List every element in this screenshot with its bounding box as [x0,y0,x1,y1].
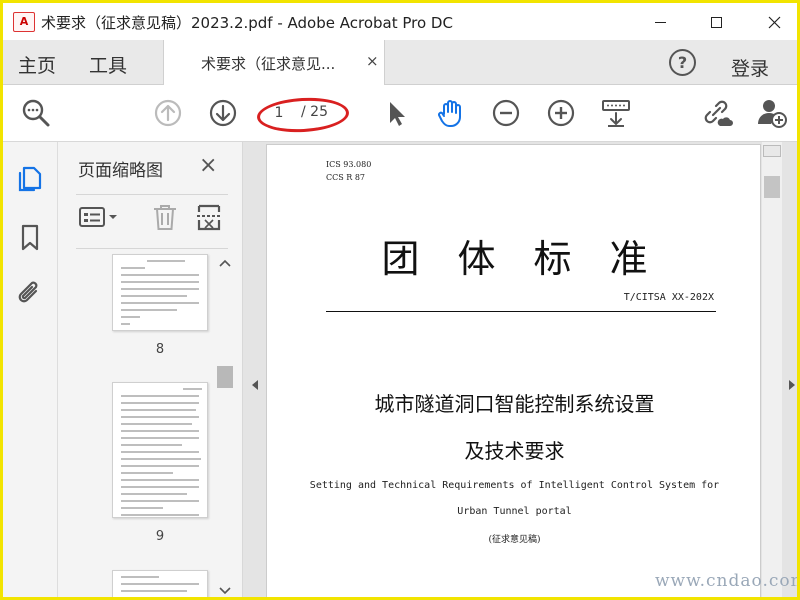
thumbnail-options-button[interactable] [78,202,122,232]
main-toolbar: / 25 [3,85,797,142]
scrollbar-thumb[interactable] [764,176,780,198]
tab-document[interactable]: 术要求（征求意见... × [163,40,385,85]
bookmarks-button[interactable] [15,222,45,252]
panel-close-button[interactable]: × [199,153,217,178]
collapse-left-icon[interactable] [251,379,259,391]
tab-bar: 主页 工具 术要求（征求意见... × ? 登录 [3,40,797,85]
ics-line: ICS 93.080 [326,160,372,169]
plus-circle-icon [547,99,575,127]
page-thumbnails-button[interactable] [15,164,45,194]
standard-number: T/CITSA XX-202X [623,292,714,303]
collapse-right-icon[interactable] [788,379,796,391]
login-button[interactable]: 登录 [731,54,769,81]
close-window-button[interactable] [751,7,797,37]
thumbnail-page-number: 8 [155,342,165,357]
delete-page-button[interactable] [150,202,180,232]
chinese-title-line-2: 及技术要求 [464,439,565,463]
previous-page-button[interactable] [151,96,185,130]
tab-home[interactable]: 主页 [18,51,56,78]
select-tool-button[interactable] [379,96,413,130]
divider [76,248,228,249]
search-text-icon [22,99,50,127]
chinese-title-line-1: 城市隧道洞口智能控制系统设置 [374,392,655,416]
page-display-button[interactable] [599,96,633,130]
thumbnail-page-number: 9 [155,529,165,544]
paperclip-icon [18,281,38,303]
minimize-icon [654,22,666,23]
document-tab-close-button[interactable]: × [366,52,379,70]
draft-note: (征求意见稿) [488,535,541,545]
maximize-button[interactable] [693,7,739,37]
attachments-button[interactable] [15,278,45,308]
arrow-up-circle-icon [154,99,182,127]
document-scrollbar[interactable] [762,142,782,597]
pdf-page[interactable]: ICS 93.080 CCS R 87 团体标准 T/CITSA XX-202X … [266,144,761,597]
ccs-line: CCS R 87 [326,173,366,182]
cursor-arrow-icon [390,102,405,126]
arrow-down-circle-icon [209,99,237,127]
help-button[interactable]: ? [669,49,696,76]
page-thumbnails-panel: 页面缩略图 × 8 9 [58,142,243,597]
extract-page-button[interactable] [194,202,224,232]
document-heading: 团体标准 [381,237,686,281]
page-thumbnail[interactable] [112,382,208,518]
ics-code: ICS 93.080 CCS R 87 [326,158,371,184]
next-page-button[interactable] [206,96,240,130]
minus-circle-icon [492,99,520,127]
navigation-rail [3,142,58,597]
page-thumbnail[interactable] [112,570,208,597]
share-link-button[interactable] [700,96,734,130]
window-title: 术要求（征求意见稿）2023.2.pdf - Adobe Acrobat Pro… [41,14,453,32]
acrobat-app-icon: A [13,12,35,32]
english-title-line-1: Setting and Technical Requirements of In… [309,480,720,491]
panel-title: 页面缩略图 [78,161,163,181]
scrollbar-thumb[interactable] [217,366,233,388]
thumbnail-scrollbar[interactable] [216,254,234,597]
application-window: A 术要求（征求意见稿）2023.2.pdf - Adobe Acrobat P… [0,0,800,600]
title-bar: A 术要求（征求意见稿）2023.2.pdf - Adobe Acrobat P… [3,3,797,40]
minimize-button[interactable] [637,7,683,37]
trash-icon [154,205,176,230]
zoom-in-button[interactable] [544,96,578,130]
link-cloud-icon [704,100,733,126]
tab-tools[interactable]: 工具 [89,51,127,78]
pages-icon [18,166,42,192]
document-tab-label: 术要求（征求意见... [201,55,336,73]
close-icon [768,16,780,29]
bookmark-icon [21,224,39,251]
hand-tool-button[interactable] [434,96,468,130]
add-person-icon [758,100,787,128]
english-title-line-2: Urban Tunnel portal [457,506,572,517]
page-thumbnail[interactable] [112,254,208,331]
maximize-icon [710,17,722,28]
watermark: www.cndao.com [655,571,800,591]
chevron-up-icon[interactable] [218,258,232,268]
search-button[interactable] [19,96,53,130]
scroll-up-button[interactable] [763,145,781,157]
chevron-down-icon[interactable] [218,586,232,596]
horizontal-rule [326,311,716,312]
list-options-icon [79,207,117,227]
divider [76,194,228,195]
page-extract-icon [197,204,221,231]
keyboard-down-icon [602,100,630,127]
zoom-out-button[interactable] [489,96,523,130]
add-user-button[interactable] [755,96,789,130]
document-view[interactable]: ICS 93.080 CCS R 87 团体标准 T/CITSA XX-202X … [243,142,797,597]
hand-icon [438,100,461,127]
